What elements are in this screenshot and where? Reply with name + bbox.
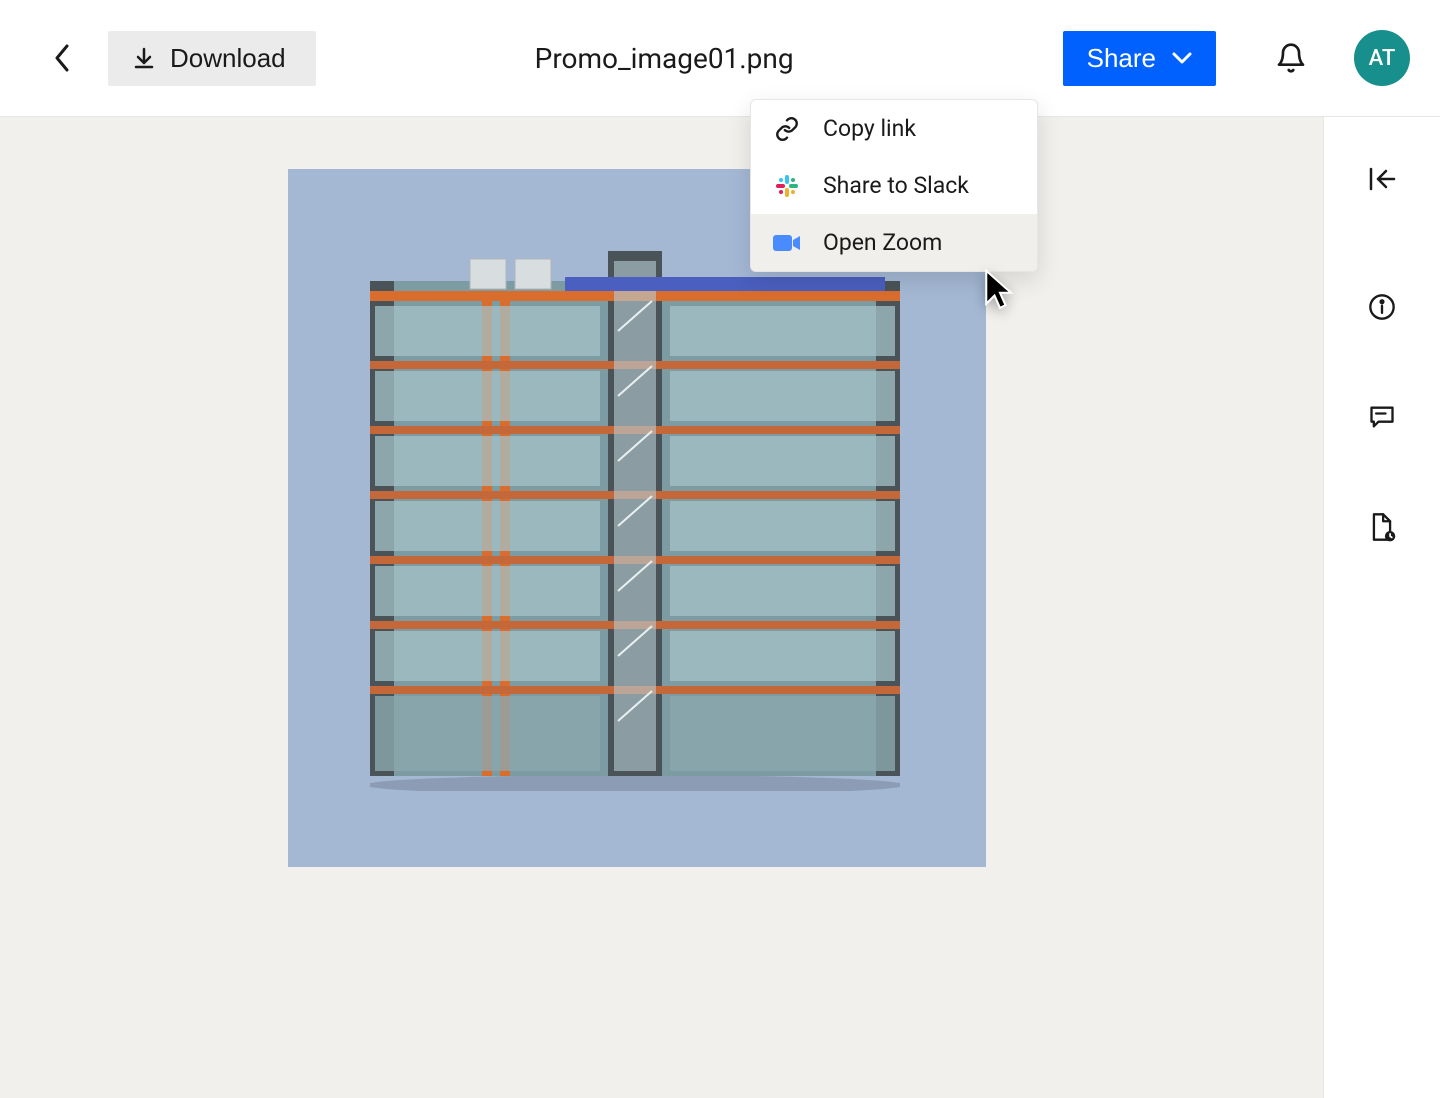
- back-button[interactable]: [42, 38, 82, 78]
- comments-button[interactable]: [1362, 397, 1402, 437]
- canvas-area: [0, 117, 1323, 1098]
- bell-icon: [1275, 42, 1307, 74]
- share-button[interactable]: Share: [1063, 31, 1216, 86]
- menu-item-open-zoom[interactable]: Open Zoom: [751, 214, 1037, 271]
- avatar[interactable]: AT: [1354, 30, 1410, 86]
- avatar-initials: AT: [1369, 46, 1396, 71]
- download-label: Download: [170, 43, 286, 74]
- header: Download Promo_image01.png Share AT: [0, 0, 1440, 117]
- share-menu: Copy link Share to Slack Open Zoom: [750, 99, 1038, 272]
- menu-item-label: Open Zoom: [823, 229, 942, 256]
- file-title: Promo_image01.png: [286, 42, 1043, 75]
- menu-item-copy-link[interactable]: Copy link: [751, 100, 1037, 157]
- notifications-button[interactable]: [1266, 33, 1316, 83]
- building-illustration: [370, 251, 900, 791]
- image-preview: [288, 169, 986, 867]
- info-button[interactable]: [1362, 287, 1402, 327]
- zoom-icon: [773, 229, 801, 257]
- right-rail: [1323, 117, 1440, 1098]
- info-icon: [1368, 293, 1396, 321]
- menu-item-label: Share to Slack: [823, 172, 969, 199]
- comments-icon: [1368, 403, 1396, 431]
- file-activity-icon: [1368, 512, 1396, 542]
- chevron-left-icon: [53, 44, 71, 72]
- collapse-panel-button[interactable]: [1362, 159, 1402, 199]
- cursor-icon: [983, 268, 1017, 312]
- file-activity-button[interactable]: [1362, 507, 1402, 547]
- link-icon: [773, 115, 801, 143]
- download-icon: [132, 46, 156, 70]
- collapse-panel-icon: [1368, 167, 1396, 191]
- menu-item-share-slack[interactable]: Share to Slack: [751, 157, 1037, 214]
- slack-icon: [773, 172, 801, 200]
- download-button[interactable]: Download: [108, 31, 316, 86]
- share-label: Share: [1087, 43, 1156, 74]
- chevron-down-icon: [1172, 52, 1192, 64]
- menu-item-label: Copy link: [823, 115, 916, 142]
